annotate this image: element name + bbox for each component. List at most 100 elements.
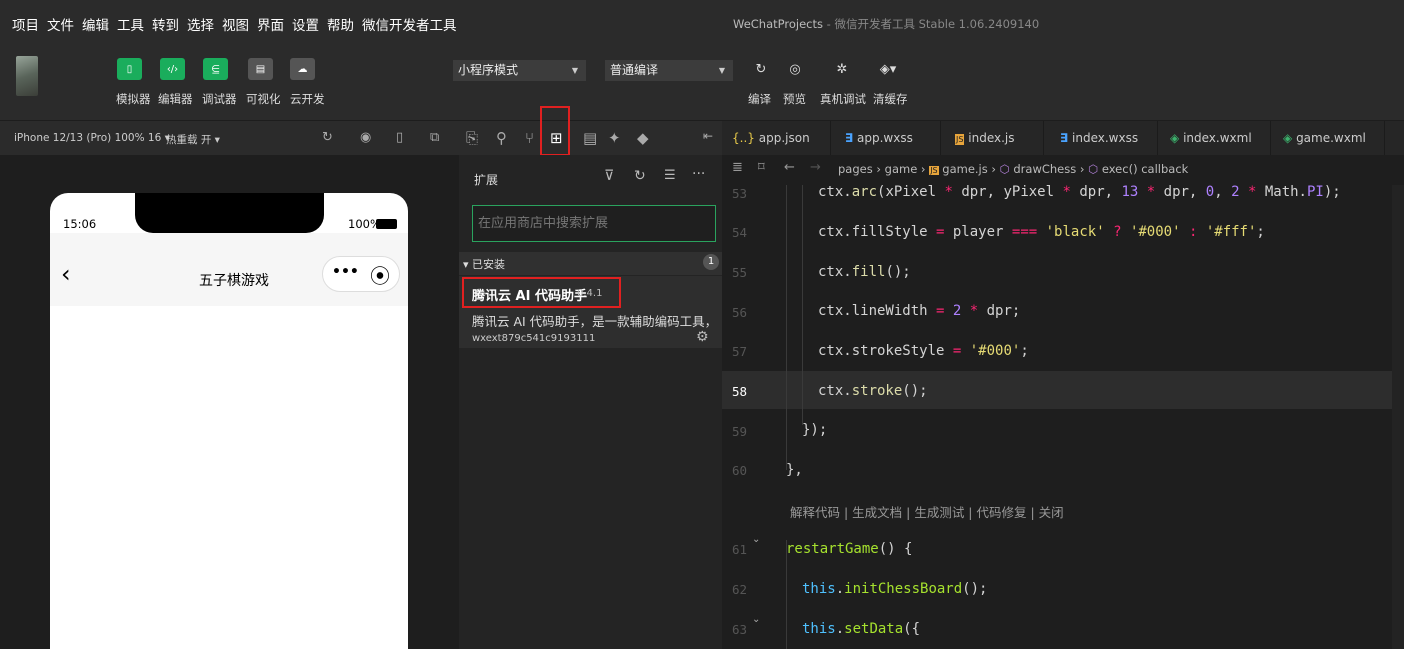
popout-icon[interactable]: ⧉ [430,130,439,145]
device-select[interactable]: iPhone 12/13 (Pro) 100% 16 ▾ [14,132,170,144]
indent-guide [802,185,803,425]
tab-label: index.js [968,131,1015,145]
avatar[interactable] [16,56,38,96]
tab-app-json[interactable]: {..} app.json [722,121,831,156]
line-number: 55 [732,265,748,280]
more-icon[interactable]: ••• [332,264,359,280]
close-target-icon[interactable]: ⦿ [370,260,390,289]
clear-cache-button[interactable]: ◈▾ [873,58,903,80]
crumb-function[interactable]: drawChess [1013,162,1076,176]
extension-search-input[interactable] [472,205,716,242]
crumb-game[interactable]: game [885,162,918,176]
code-line: ctx.lineWidth = 2 * dpr; [818,303,1021,319]
clear-icon[interactable]: ☰ [664,168,676,183]
debugger-label: 调试器 [202,92,237,106]
menu-interface[interactable]: 界面 [257,14,284,34]
debugger-button[interactable]: ⋸ [203,58,228,80]
refresh-icon[interactable]: ↻ [634,168,646,184]
menu-tools[interactable]: 工具 [117,14,144,34]
menu-view[interactable]: 视图 [222,14,249,34]
chevron-down-icon: ▼ [571,66,578,75]
preview-button[interactable]: ◎ [784,58,806,80]
back-arrow-icon[interactable]: ← [784,160,795,175]
phone-icon: ▯ [126,63,133,75]
crumb-callback[interactable]: exec() callback [1102,162,1188,176]
cloud-button[interactable]: ☁ [290,58,315,80]
visual-label: 可视化 [246,92,281,106]
menu-devtools[interactable]: 微信开发者工具 [362,14,457,34]
window-title-main: WeChatProjects [733,17,823,31]
menu-help[interactable]: 帮助 [327,14,354,34]
compile-value: 普通编译 [610,63,659,77]
crumb-pages[interactable]: pages [838,162,873,176]
menu-bar: 项目 文件 编辑 工具 转到 选择 视图 界面 设置 帮助 微信开发者工具 We… [0,0,1404,48]
code-line: this.setData({ [802,621,921,637]
extensions-highlight [540,106,570,156]
menu-settings[interactable]: 设置 [292,14,319,34]
compile-select[interactable]: 普通编译 ▼ [605,60,733,81]
more-actions-icon[interactable]: ··· [692,166,705,182]
tab-game-wxml[interactable]: ◈ game.wxml [1271,121,1385,156]
window-title: WeChatProjects - 微信开发者工具 Stable 1.06.240… [733,16,1039,32]
phone-outline-icon[interactable]: ▯ [396,130,403,145]
tab-index-wxss[interactable]: ∃ index.wxss [1044,121,1158,156]
search-icon[interactable]: ⚲ [496,129,507,147]
tab-app-wxss[interactable]: ∃ app.wxss [831,121,941,156]
fold-chevron-icon[interactable]: ⌄ [752,614,760,625]
breadcrumb-path: pages › game › JS game.js › ⬡ drawChess … [838,162,1189,176]
filter-icon[interactable]: ⊽ [604,168,614,184]
ai-codelens[interactable]: 解释代码 | 生成文档 | 生成测试 | 代码修复 | 关闭 [790,502,1064,521]
rotate-icon[interactable]: ↻ [322,130,333,145]
outline-icon[interactable]: ▤ [583,129,597,147]
list-icon[interactable]: ≣ [732,160,743,175]
preview-label: 预览 [783,92,806,106]
remote-debug-label: 真机调试 [820,92,866,106]
code-editor[interactable] [722,185,1404,649]
hot-reload-toggle[interactable]: 热重载 开 ▾ [166,132,220,147]
menu-project[interactable]: 项目 [12,14,39,34]
collapse-icon[interactable]: ⇤ [703,129,713,143]
menu-edit[interactable]: 编辑 [82,14,109,34]
cloud-label: 云开发 [290,92,325,106]
code-line: ctx.stroke(); [818,383,928,399]
code-line: ctx.fillStyle = player === 'black' ? '#0… [818,224,1265,240]
tab-label: app.wxss [857,131,913,145]
remote-debug-button[interactable]: ✲ [831,58,853,80]
js-icon: JS [955,134,965,145]
wxss-icon: ∃ [1060,131,1069,145]
code-line: }, [786,462,803,478]
tab-index-wxml[interactable]: ◈ index.wxml [1158,121,1271,156]
git-icon[interactable]: ⑂ [525,129,534,147]
compile-label: 编译 [748,92,771,106]
menu-file[interactable]: 文件 [47,14,74,34]
status-time: 15:06 [63,217,97,231]
docker-icon[interactable]: ✦ [608,129,621,147]
gear-icon[interactable]: ⚙ [696,329,709,345]
editor-button[interactable]: ‹/› [160,58,185,80]
line-number: 62 [732,582,748,597]
compile-button[interactable]: ↻ [750,58,772,80]
simulator-label: 模拟器 [116,92,151,106]
fold-chevron-icon[interactable]: ⌄ [752,534,760,545]
extensions-title: 扩展 [474,173,499,187]
record-icon[interactable]: ◉ [360,130,371,145]
clear-cache-label: 清缓存 [873,92,908,106]
back-icon[interactable]: ‹ [61,262,71,286]
menu-select[interactable]: 选择 [187,14,214,34]
forward-arrow-icon[interactable]: → [810,160,821,175]
files-icon[interactable]: ⎘ [466,129,478,147]
menu-goto[interactable]: 转到 [152,14,179,34]
extension-id: wxext879c541c9193111 [472,333,596,344]
battery-icon [376,219,397,229]
scrollbar[interactable] [1392,185,1404,649]
crumb-file[interactable]: game.js [942,162,987,176]
mode-select[interactable]: 小程序模式 ▼ [453,60,586,81]
simulator-button[interactable]: ▯ [117,58,142,80]
visual-button[interactable]: ▤ [248,58,273,80]
line-number: 59 [732,424,748,439]
bookmark-icon[interactable]: ⌑ [758,160,765,175]
code-icon: ‹/› [166,63,179,75]
line-number: 57 [732,344,748,359]
plugin-icon[interactable]: ◆ [637,129,649,147]
tab-index-js[interactable]: JS index.js [941,121,1044,156]
